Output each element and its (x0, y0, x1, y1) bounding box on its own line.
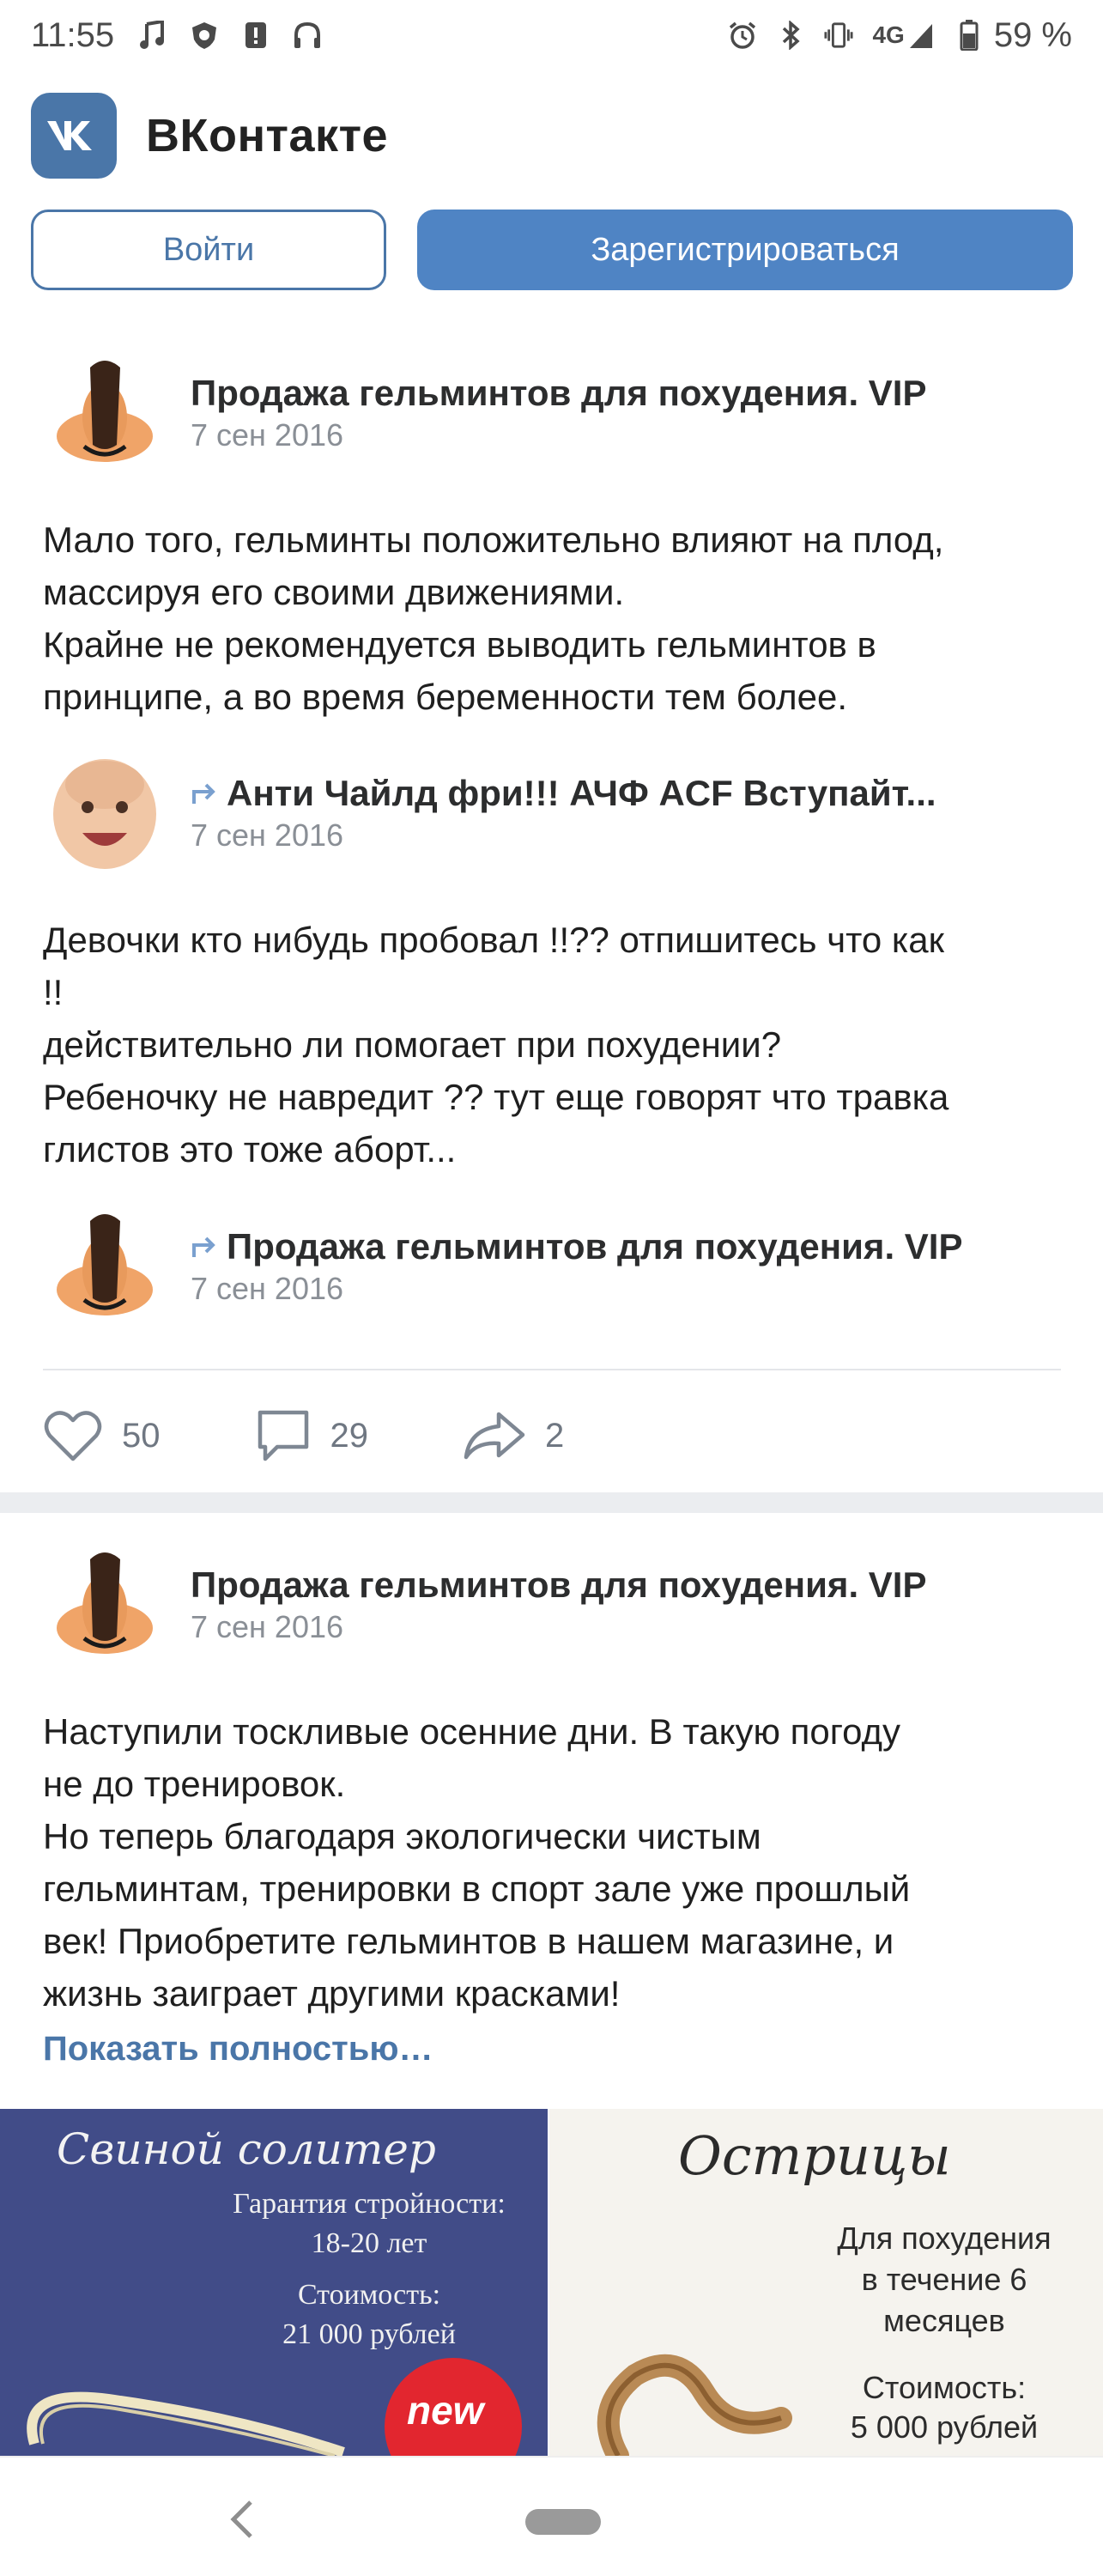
image-title: Свиной солитер (57, 2124, 436, 2174)
attachment-image[interactable]: Острицы Для похудения в течение 6 месяце… (549, 2109, 1103, 2456)
tapeworm-illustration (27, 2391, 345, 2456)
repost-avatar[interactable] (43, 1204, 167, 1327)
repost-date[interactable]: 7 сен 2016 (191, 1271, 962, 1307)
app-title: ВКонтакте (146, 110, 389, 161)
repost-header[interactable]: Анти Чайлд фри!!! АЧФ ACF Вступайт... 7 … (43, 750, 936, 874)
repost-date[interactable]: 7 сен 2016 (191, 817, 936, 854)
music-note-icon (138, 21, 167, 50)
repost-meta: Продажа гельминтов для похудения. VIP 7 … (191, 1224, 962, 1307)
repost-author[interactable]: Продажа гельминтов для похудения. VIP (191, 1224, 962, 1269)
repost-author[interactable]: Анти Чайлд фри!!! АЧФ ACF Вступайт... (191, 771, 936, 816)
status-right: 4G 59 % (728, 16, 1072, 55)
comment-count: 29 (330, 1416, 369, 1455)
repost-meta: Анти Чайлд фри!!! АЧФ ACF Вступайт... 7 … (191, 771, 936, 854)
new-badge-label: new (407, 2388, 484, 2433)
alarm-icon (728, 21, 757, 50)
image-line: Гарантия стройности: (233, 2188, 506, 2220)
vibrate-icon (824, 21, 853, 50)
post-header[interactable]: Продажа гельминтов для похудения. VIP 7 … (43, 350, 926, 474)
show-more-link[interactable]: Показать полностью… (43, 2030, 433, 2069)
post-separator (0, 1492, 1103, 1513)
back-icon[interactable] (225, 2497, 259, 2546)
image-line: 21 000 рублей (282, 2318, 456, 2350)
bluetooth-icon (776, 21, 805, 50)
share-count: 2 (545, 1416, 565, 1455)
home-pill-button[interactable] (525, 2509, 601, 2535)
share-arrow-icon (464, 1412, 525, 1460)
system-nav-bar (0, 2456, 1103, 2576)
network-type: 4G (872, 21, 905, 48)
attachment-image[interactable]: Свиной солитер Гарантия стройности: 18-2… (0, 2109, 548, 2456)
post-text: Мало того, гельминты положительно влияют… (43, 519, 944, 717)
comment-button[interactable]: 29 (255, 1409, 369, 1462)
like-button[interactable]: 50 (43, 1409, 161, 1462)
heart-icon (44, 1411, 102, 1461)
repost-arrow-icon (191, 781, 218, 805)
vk-logo-icon[interactable] (31, 93, 117, 179)
app-header: ВКонтакте (31, 93, 388, 179)
comment-icon (258, 1410, 308, 1461)
share-button[interactable]: 2 (463, 1411, 564, 1461)
repost-header[interactable]: Продажа гельминтов для похудения. VIP 7 … (43, 1204, 962, 1327)
register-button[interactable]: Зарегистрироваться (417, 210, 1073, 290)
repost-arrow-icon (191, 1235, 218, 1259)
post-author[interactable]: Продажа гельминтов для похудения. VIP (191, 1563, 926, 1607)
actions-divider (43, 1369, 1061, 1370)
image-line: месяцев (883, 2303, 1005, 2338)
post-header[interactable]: Продажа гельминтов для похудения. VIP 7 … (43, 1542, 926, 1666)
new-badge: new (385, 2358, 522, 2456)
post-meta: Продажа гельминтов для похудения. VIP 7 … (191, 1563, 926, 1645)
headphones-icon (293, 21, 322, 50)
like-count: 50 (122, 1416, 161, 1455)
post-text: Наступили тоскливые осенние дни. В такую… (43, 1711, 911, 2014)
shield-app-icon (190, 21, 219, 50)
post-author[interactable]: Продажа гельминтов для похудения. VIP (191, 371, 926, 416)
status-time: 11:55 (31, 15, 115, 54)
post-actions: 50 29 2 (43, 1401, 658, 1470)
status-bar: 11:55 4G 59 % (0, 0, 1103, 70)
post-date[interactable]: 7 сен 2016 (191, 417, 926, 453)
signal-icon (906, 21, 936, 50)
alert-icon (241, 21, 270, 50)
repost-author-name[interactable]: Продажа гельминтов для похудения. VIP (227, 1224, 962, 1269)
image-line: 18-20 лет (311, 2227, 427, 2259)
repost-avatar[interactable] (43, 750, 167, 874)
battery-percent: 59 % (993, 15, 1072, 54)
author-avatar[interactable] (43, 1542, 167, 1666)
worm-illustration (597, 2354, 792, 2456)
author-avatar[interactable] (43, 350, 167, 474)
image-line: в течение 6 (861, 2262, 1027, 2297)
repost-text: Девочки кто нибудь пробовал !!?? отпишит… (43, 920, 949, 1170)
image-line: Стоимость: (862, 2370, 1027, 2405)
image-line: 5 000 рублей (850, 2409, 1039, 2445)
image-line: Для похудения (837, 2221, 1051, 2256)
battery-icon (955, 20, 984, 51)
image-line: Стоимость: (297, 2279, 441, 2311)
image-title: Острицы (678, 2124, 951, 2187)
post-meta: Продажа гельминтов для похудения. VIP 7 … (191, 371, 926, 453)
post-date[interactable]: 7 сен 2016 (191, 1609, 926, 1645)
login-button[interactable]: Войти (31, 210, 386, 290)
repost-author-name[interactable]: Анти Чайлд фри!!! АЧФ ACF Вступайт... (227, 771, 936, 816)
